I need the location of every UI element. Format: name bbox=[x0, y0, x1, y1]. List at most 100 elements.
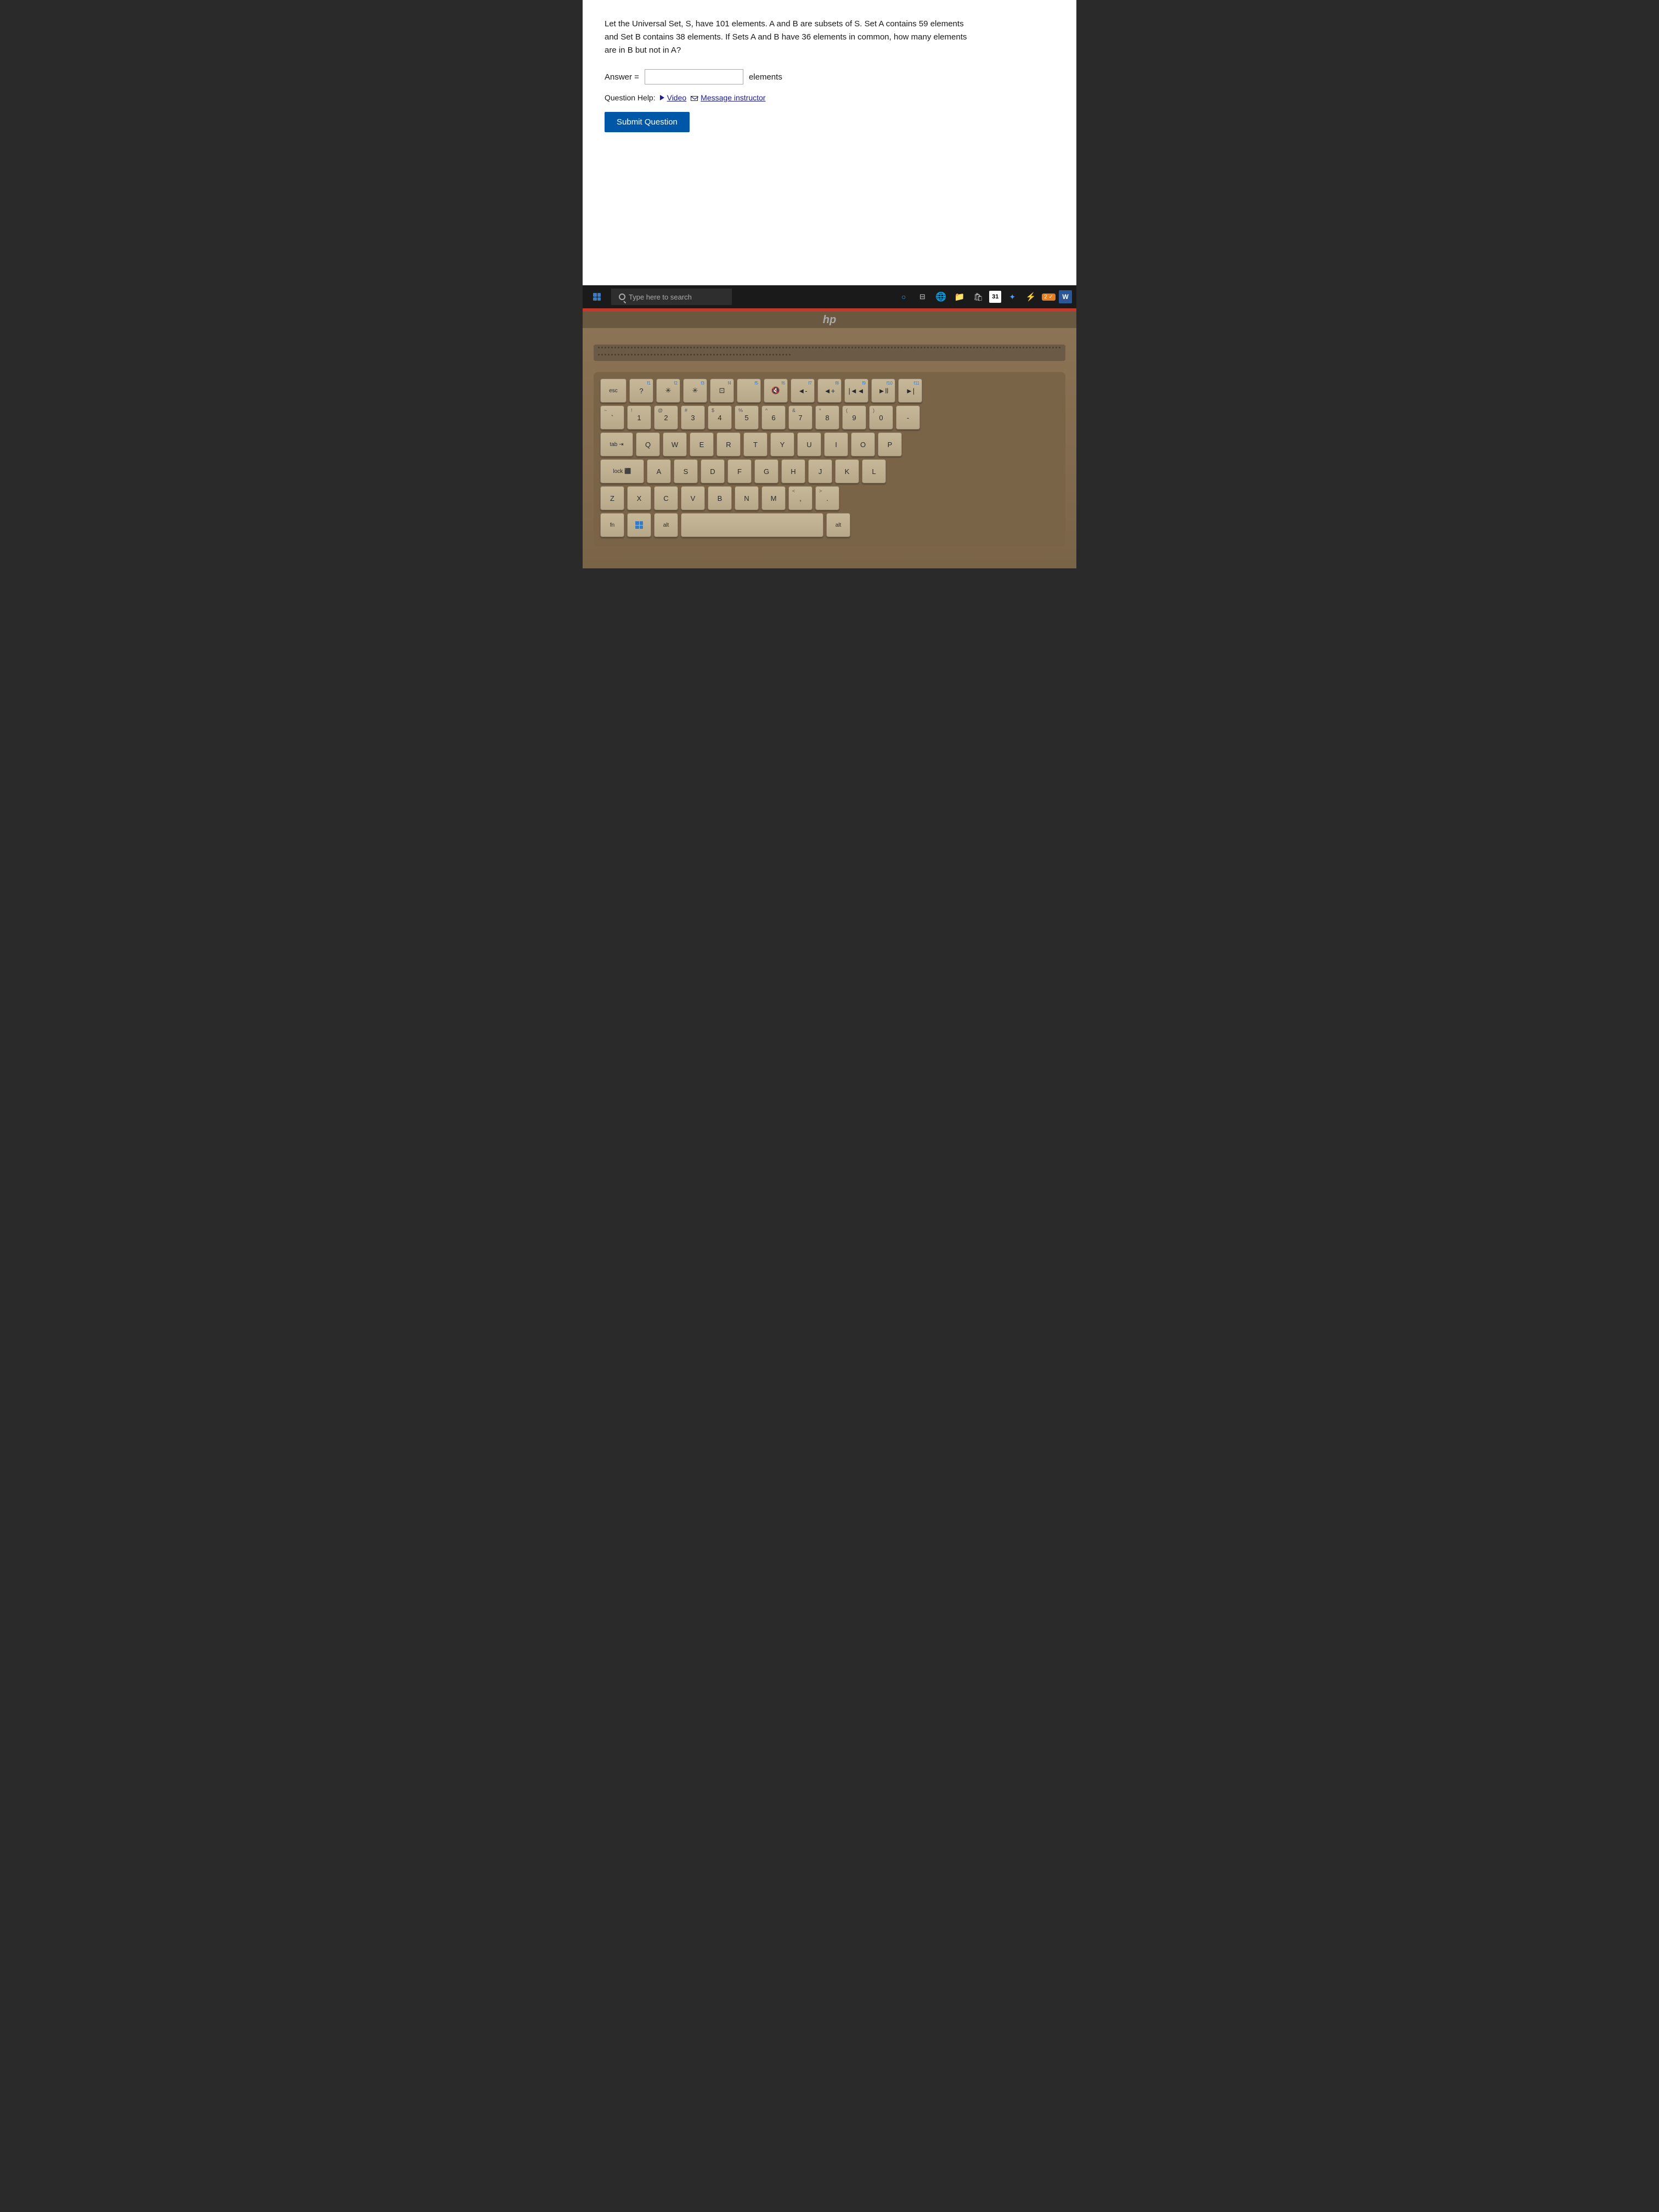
video-link[interactable]: Video bbox=[660, 93, 687, 102]
key-c[interactable]: C bbox=[654, 486, 678, 510]
key-o[interactable]: O bbox=[851, 432, 875, 456]
key-4[interactable]: $ 4 bbox=[708, 405, 732, 430]
key-period[interactable]: > . bbox=[815, 486, 839, 510]
key-f8-label: ◄+ bbox=[824, 387, 835, 395]
key-i[interactable]: I bbox=[824, 432, 848, 456]
key-r[interactable]: R bbox=[716, 432, 741, 456]
key-d[interactable]: D bbox=[701, 459, 725, 483]
calendar-icon[interactable]: 31 bbox=[989, 291, 1001, 303]
store-icon[interactable]: 🛍 bbox=[970, 289, 986, 304]
key-h[interactable]: H bbox=[781, 459, 805, 483]
key-f9[interactable]: f9 |◄◄ bbox=[844, 379, 868, 403]
key-6[interactable]: ^ 6 bbox=[761, 405, 786, 430]
key-1[interactable]: ! 1 bbox=[627, 405, 651, 430]
key-f3-label: ✳ bbox=[692, 386, 698, 395]
taskbar-search-text: Type here to search bbox=[629, 293, 692, 301]
key-v[interactable]: V bbox=[681, 486, 705, 510]
task-view-icon[interactable]: ⊟ bbox=[915, 289, 930, 304]
key-f6[interactable]: f6 🔇 bbox=[764, 379, 788, 403]
key-7[interactable]: & 7 bbox=[788, 405, 812, 430]
key-3[interactable]: # 3 bbox=[681, 405, 705, 430]
key-k[interactable]: K bbox=[835, 459, 859, 483]
key-9[interactable]: ( 9 bbox=[842, 405, 866, 430]
key-f7-fn: f7 bbox=[808, 381, 812, 386]
key-f7[interactable]: f7 ◄- bbox=[791, 379, 815, 403]
key-capslock[interactable]: lock ⬛ bbox=[600, 459, 644, 483]
key-z[interactable]: Z bbox=[600, 486, 624, 510]
edge-icon[interactable]: 🌐 bbox=[933, 289, 949, 304]
qwerty-key-row: tab ⇥ Q W E R T Y U I O P bbox=[600, 432, 1059, 456]
key-tilde-top: ~ bbox=[604, 408, 607, 413]
key-e[interactable]: E bbox=[690, 432, 714, 456]
key-x[interactable]: X bbox=[627, 486, 651, 510]
key-s[interactable]: S bbox=[674, 459, 698, 483]
key-f5[interactable]: f5 bbox=[737, 379, 761, 403]
key-y[interactable]: Y bbox=[770, 432, 794, 456]
key-f9-fn: f9 bbox=[862, 381, 866, 386]
key-f3[interactable]: f3 ✳ bbox=[683, 379, 707, 403]
key-t[interactable]: T bbox=[743, 432, 768, 456]
key-fn[interactable]: fn bbox=[600, 513, 624, 537]
key-j-label: J bbox=[819, 467, 822, 476]
taskbar: Type here to search ○ ⊟ 🌐 📁 🛍 31 ✦ ⚡ 2 ✓… bbox=[583, 285, 1076, 308]
key-f10[interactable]: f10 ►ll bbox=[871, 379, 895, 403]
lightning-icon[interactable]: ⚡ bbox=[1023, 289, 1039, 304]
key-5[interactable]: % 5 bbox=[735, 405, 759, 430]
key-minus[interactable]: - bbox=[896, 405, 920, 430]
taskbar-search-bar[interactable]: Type here to search bbox=[611, 289, 732, 305]
answer-row: Answer = elements bbox=[605, 69, 1054, 84]
key-f4[interactable]: f4 ⊡ bbox=[710, 379, 734, 403]
key-w[interactable]: W bbox=[663, 432, 687, 456]
key-f[interactable]: F bbox=[727, 459, 752, 483]
key-8[interactable]: * 8 bbox=[815, 405, 839, 430]
message-instructor-link[interactable]: Message instructor bbox=[691, 93, 765, 102]
key-w-label: W bbox=[672, 441, 678, 449]
key-b[interactable]: B bbox=[708, 486, 732, 510]
key-f2[interactable]: f2 ✳ bbox=[656, 379, 680, 403]
key-a[interactable]: A bbox=[647, 459, 671, 483]
function-key-row: esc f1 ? f2 ✳ f3 ✳ f4 ⊡ f5 bbox=[600, 379, 1059, 403]
key-tilde[interactable]: ~ ` bbox=[600, 405, 624, 430]
key-p[interactable]: P bbox=[878, 432, 902, 456]
key-windows[interactable] bbox=[627, 513, 651, 537]
win-pane-br2 bbox=[640, 526, 644, 529]
key-0-top: ) bbox=[873, 408, 874, 413]
number-key-row: ~ ` ! 1 @ 2 # 3 $ 4 % 5 bbox=[600, 405, 1059, 430]
key-j[interactable]: J bbox=[808, 459, 832, 483]
cortana-icon[interactable]: ○ bbox=[896, 289, 911, 304]
message-instructor-text: Message instructor bbox=[701, 93, 765, 102]
folder-icon[interactable]: 📁 bbox=[952, 289, 967, 304]
key-2[interactable]: @ 2 bbox=[654, 405, 678, 430]
key-m[interactable]: M bbox=[761, 486, 786, 510]
key-g[interactable]: G bbox=[754, 459, 778, 483]
key-alt-left-label: alt bbox=[663, 522, 669, 528]
mail-icon bbox=[691, 96, 698, 101]
key-space[interactable] bbox=[681, 513, 823, 537]
key-f11[interactable]: f11 ►| bbox=[898, 379, 922, 403]
key-alt-right[interactable]: alt bbox=[826, 513, 850, 537]
dropbox-icon[interactable]: ✦ bbox=[1005, 289, 1020, 304]
key-0[interactable]: ) 0 bbox=[869, 405, 893, 430]
answer-input[interactable] bbox=[645, 69, 743, 84]
bottom-key-row: fn alt alt bbox=[600, 513, 1059, 537]
submit-question-button[interactable]: Submit Question bbox=[605, 112, 690, 132]
key-l[interactable]: L bbox=[862, 459, 886, 483]
key-q[interactable]: Q bbox=[636, 432, 660, 456]
key-esc[interactable]: esc bbox=[600, 379, 627, 403]
word-icon[interactable]: W bbox=[1059, 290, 1072, 303]
key-l-label: L bbox=[872, 467, 876, 476]
notification-badge[interactable]: 2 ✓ bbox=[1042, 294, 1056, 301]
key-f1[interactable]: f1 ? bbox=[629, 379, 653, 403]
key-f6-fn: f6 bbox=[781, 381, 785, 386]
key-n[interactable]: N bbox=[735, 486, 759, 510]
key-tab[interactable]: tab ⇥ bbox=[600, 432, 633, 456]
key-d-label: D bbox=[710, 467, 715, 476]
win-pane-bl2 bbox=[635, 526, 639, 529]
key-u[interactable]: U bbox=[797, 432, 821, 456]
key-alt-left[interactable]: alt bbox=[654, 513, 678, 537]
key-f8[interactable]: f8 ◄+ bbox=[817, 379, 842, 403]
windows-start-button[interactable] bbox=[587, 287, 607, 307]
key-tilde-label: ` bbox=[611, 414, 613, 422]
key-comma[interactable]: < , bbox=[788, 486, 812, 510]
key-3-label: 3 bbox=[691, 414, 695, 422]
